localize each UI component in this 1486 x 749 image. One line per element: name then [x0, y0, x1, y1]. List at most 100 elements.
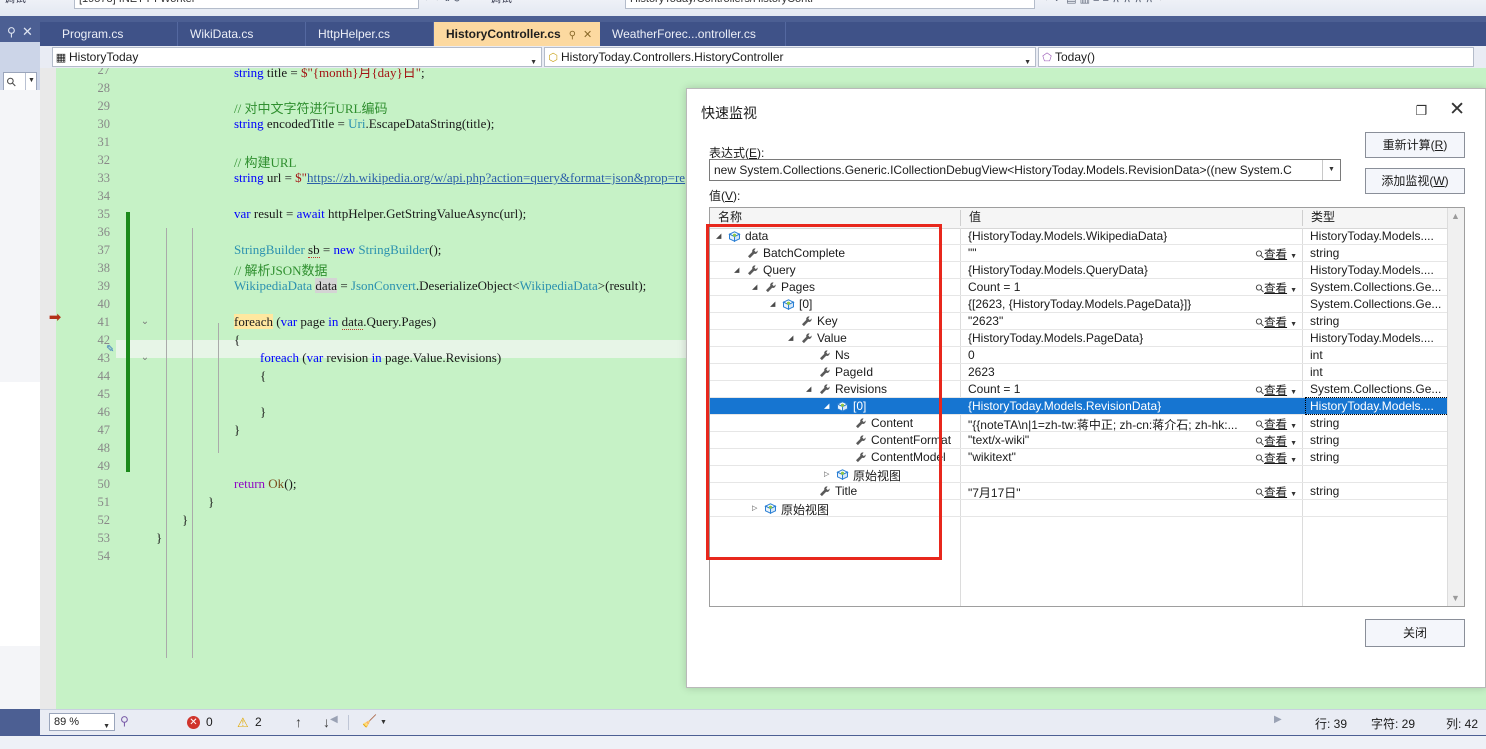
view-value-button[interactable]: ⚲查看 ▼	[1253, 314, 1297, 330]
chevron-down-icon[interactable]: ◢	[734, 266, 743, 275]
chevron-down-icon[interactable]: ▼	[1290, 253, 1297, 260]
column-header-type[interactable]: 类型	[1303, 208, 1448, 227]
table-row[interactable]: ◢ Query {HistoryToday.Models.QueryData} His…	[710, 262, 1448, 279]
search-input[interactable]: ⚲ ▼	[3, 72, 37, 92]
chevron-down-icon[interactable]: ◢	[824, 402, 833, 411]
editor-tab-bar[interactable]: Program.cs WikiData.cs HttpHelper.cs Histor…	[40, 22, 1486, 46]
close-button[interactable]: 关闭	[1365, 619, 1465, 647]
column-header-value[interactable]: 值	[961, 208, 1302, 227]
fold-toggle-icon[interactable]: ⌄	[138, 352, 152, 363]
code-line[interactable]: // 对中文字符进行URL编码	[234, 98, 387, 117]
magnifier-icon[interactable]: ⚲	[120, 714, 129, 728]
code-line[interactable]: string url = $"https://zh.wikipedia.org/…	[234, 170, 685, 186]
scroll-down-icon[interactable]: ▼	[1451, 593, 1460, 603]
table-row[interactable]: ▷ 原始视图	[710, 466, 1448, 483]
chevron-right-icon[interactable]: ▷	[752, 504, 761, 513]
error-count-icon[interactable]: ✕	[187, 716, 200, 729]
table-row[interactable]: Key "2623" ⚲查看 ▼ string	[710, 313, 1448, 330]
toolbar-step-icons[interactable]: ⯈⯆ ⏸ ⟳	[424, 0, 462, 6]
expression-dropdown-button[interactable]: ▼	[1322, 160, 1340, 180]
warning-count-icon[interactable]: ⚠	[237, 715, 249, 731]
code-line[interactable]: var result = await httpHelper.GetStringV…	[234, 206, 526, 222]
table-row[interactable]: ◢ Value {HistoryToday.Models.PageData} Hist…	[710, 330, 1448, 347]
code-line[interactable]: }	[208, 494, 214, 510]
table-row[interactable]: BatchComplete "" ⚲查看 ▼ string	[710, 245, 1448, 262]
toolbar-file-box[interactable]: HistoryToday/Controllers/HistoryContr	[625, 0, 1035, 9]
arrow-down-icon[interactable]: ↓	[323, 714, 330, 730]
table-row[interactable]: ContentFormat "text/x-wiki" ⚲查看 ▼ string	[710, 432, 1448, 449]
chevron-down-icon[interactable]: ▼	[1290, 491, 1297, 498]
chevron-down-icon[interactable]: ▼	[1290, 423, 1297, 430]
code-line[interactable]: }	[182, 512, 188, 528]
editor-hscroll-right-icon[interactable]: ▶	[1274, 714, 1282, 725]
navbar-project-combo[interactable]: ▦ HistoryToday ▼	[52, 47, 542, 67]
expression-input[interactable]: new System.Collections.Generic.ICollecti…	[709, 159, 1341, 181]
quickwatch-dialog[interactable]: 快速监视 ❐ ✕ 表达式(E): new System.Collections.…	[686, 88, 1486, 688]
table-row[interactable]: ◢ data {HistoryToday.Models.WikipediaData}…	[710, 228, 1448, 245]
view-value-button[interactable]: ⚲查看 ▼	[1253, 433, 1297, 449]
view-value-button[interactable]: ⚲查看 ▼	[1253, 450, 1297, 466]
tab-program-cs[interactable]: Program.cs	[50, 22, 178, 46]
table-row[interactable]: Content "{{noteTA\n|1=zh-tw:蒋中正; zh-cn:蒋介…	[710, 415, 1448, 432]
code-line[interactable]: {	[234, 332, 240, 348]
close-icon[interactable]: ✕	[22, 24, 33, 40]
table-row[interactable]: ◢ [0] {HistoryToday.Models.RevisionData} Hi…	[710, 397, 1449, 415]
chevron-down-icon[interactable]: ◢	[770, 300, 779, 309]
chevron-down-icon[interactable]: ▼	[103, 719, 110, 735]
table-row[interactable]: ◢ [0] {[2623, {HistoryToday.Models.PageDat…	[710, 296, 1448, 313]
code-line[interactable]: WikipediaData data = JsonConvert.Deseria…	[234, 278, 646, 294]
zoom-level-combo[interactable]: 89 % ▼	[49, 713, 115, 731]
toolbar-config-combo[interactable]: [19578] INET PI Worker	[74, 0, 419, 9]
fold-toggle-icon[interactable]: ⌄	[138, 316, 152, 327]
code-line[interactable]: string encodedTitle = Uri.EscapeDataStri…	[234, 116, 494, 132]
view-value-button[interactable]: ⚲查看 ▼	[1253, 246, 1297, 262]
chevron-down-icon[interactable]: ▼	[530, 54, 537, 66]
editor-hscroll-left-icon[interactable]: ◀	[330, 714, 338, 725]
chevron-down-icon[interactable]: ▼	[1290, 287, 1297, 294]
editor-navigation-bar[interactable]: ▦ HistoryToday ▼ ⬡ HistoryToday.Controller…	[40, 46, 1486, 69]
chevron-down-icon[interactable]: ▼	[1290, 457, 1297, 464]
table-row[interactable]: ▷ 原始视图	[710, 500, 1448, 517]
table-row[interactable]: Ns 0 int	[710, 347, 1448, 364]
maximize-icon[interactable]: ❐	[1415, 103, 1427, 119]
code-line[interactable]: }	[260, 404, 266, 420]
chevron-down-icon[interactable]: ◢	[788, 334, 797, 343]
broom-icon[interactable]: 🧹	[362, 714, 377, 728]
tab-wikidata-cs[interactable]: WikiData.cs	[178, 22, 306, 46]
table-row[interactable]: PageId 2623 int	[710, 364, 1448, 381]
chevron-down-icon[interactable]: ▼	[1290, 321, 1297, 328]
watch-grid-scrollbar[interactable]: ▲ ▼	[1447, 208, 1464, 606]
column-header-name[interactable]: 名称	[710, 208, 960, 227]
code-line[interactable]: }	[234, 422, 240, 438]
pin-icon[interactable]: ⚲	[569, 30, 576, 41]
table-row[interactable]: ◢ Pages Count = 1 ⚲查看 ▼ System.Collections.Ge…	[710, 279, 1448, 296]
chevron-down-icon[interactable]: ▼	[1290, 440, 1297, 447]
chevron-down-icon[interactable]: ◢	[752, 283, 761, 292]
recalculate-button[interactable]: 重新计算(R)	[1365, 132, 1465, 158]
table-row[interactable]: Title "7月17日" ⚲查看 ▼ string	[710, 483, 1448, 500]
code-line[interactable]: // 构建URL	[234, 152, 296, 171]
chevron-right-icon[interactable]: ▷	[824, 470, 833, 479]
code-line[interactable]: StringBuilder sb = new StringBuilder();	[234, 242, 441, 258]
table-row[interactable]: ContentModel "wikitext" ⚲查看 ▼ string	[710, 449, 1448, 466]
chevron-down-icon[interactable]: ▼	[28, 77, 35, 84]
watch-grid-header[interactable]: 名称 值 类型	[710, 208, 1464, 229]
table-row[interactable]: ◢ Revisions Count = 1 ⚲查看 ▼ System.Collection…	[710, 381, 1448, 398]
close-icon[interactable]: ✕	[583, 29, 592, 41]
code-line[interactable]: foreach (var revision in page.Value.Revi…	[260, 350, 501, 366]
navbar-class-combo[interactable]: ⬡ HistoryToday.Controllers.HistoryControl…	[544, 47, 1036, 67]
view-value-button[interactable]: ⚲查看 ▼	[1253, 382, 1297, 398]
chevron-down-icon[interactable]: ◢	[716, 232, 725, 241]
tab-httphelper-cs[interactable]: HttpHelper.cs	[306, 22, 434, 46]
toolbar-more-icons[interactable]: ⯆ ✓ ▤ ▥ ≡ ≡ ⊼ ⊼ ⊼ ⊼ ⯆	[1042, 0, 1165, 6]
watch-grid-rows[interactable]: ◢ data {HistoryToday.Models.WikipediaData}…	[710, 228, 1464, 606]
main-toolbar[interactable]: 调试 [19578] INET PI Worker ⯈⯆ ⏸ ⟳ 调试 Hist…	[0, 0, 1486, 17]
navbar-member-combo[interactable]: ⬠ Today()	[1038, 47, 1474, 67]
view-value-button[interactable]: ⚲查看 ▼	[1253, 280, 1297, 296]
chevron-down-icon[interactable]: ▼	[380, 719, 387, 726]
arrow-up-icon[interactable]: ↑	[295, 714, 302, 730]
pin-icon[interactable]: ⚲	[7, 25, 16, 39]
code-line[interactable]: }	[156, 530, 162, 546]
tab-historycontroller-cs[interactable]: HistoryController.cs ⚲ ✕	[434, 22, 600, 46]
watch-grid[interactable]: 名称 值 类型 ◢ data {HistoryToday.Models.Wikipe…	[709, 207, 1465, 607]
